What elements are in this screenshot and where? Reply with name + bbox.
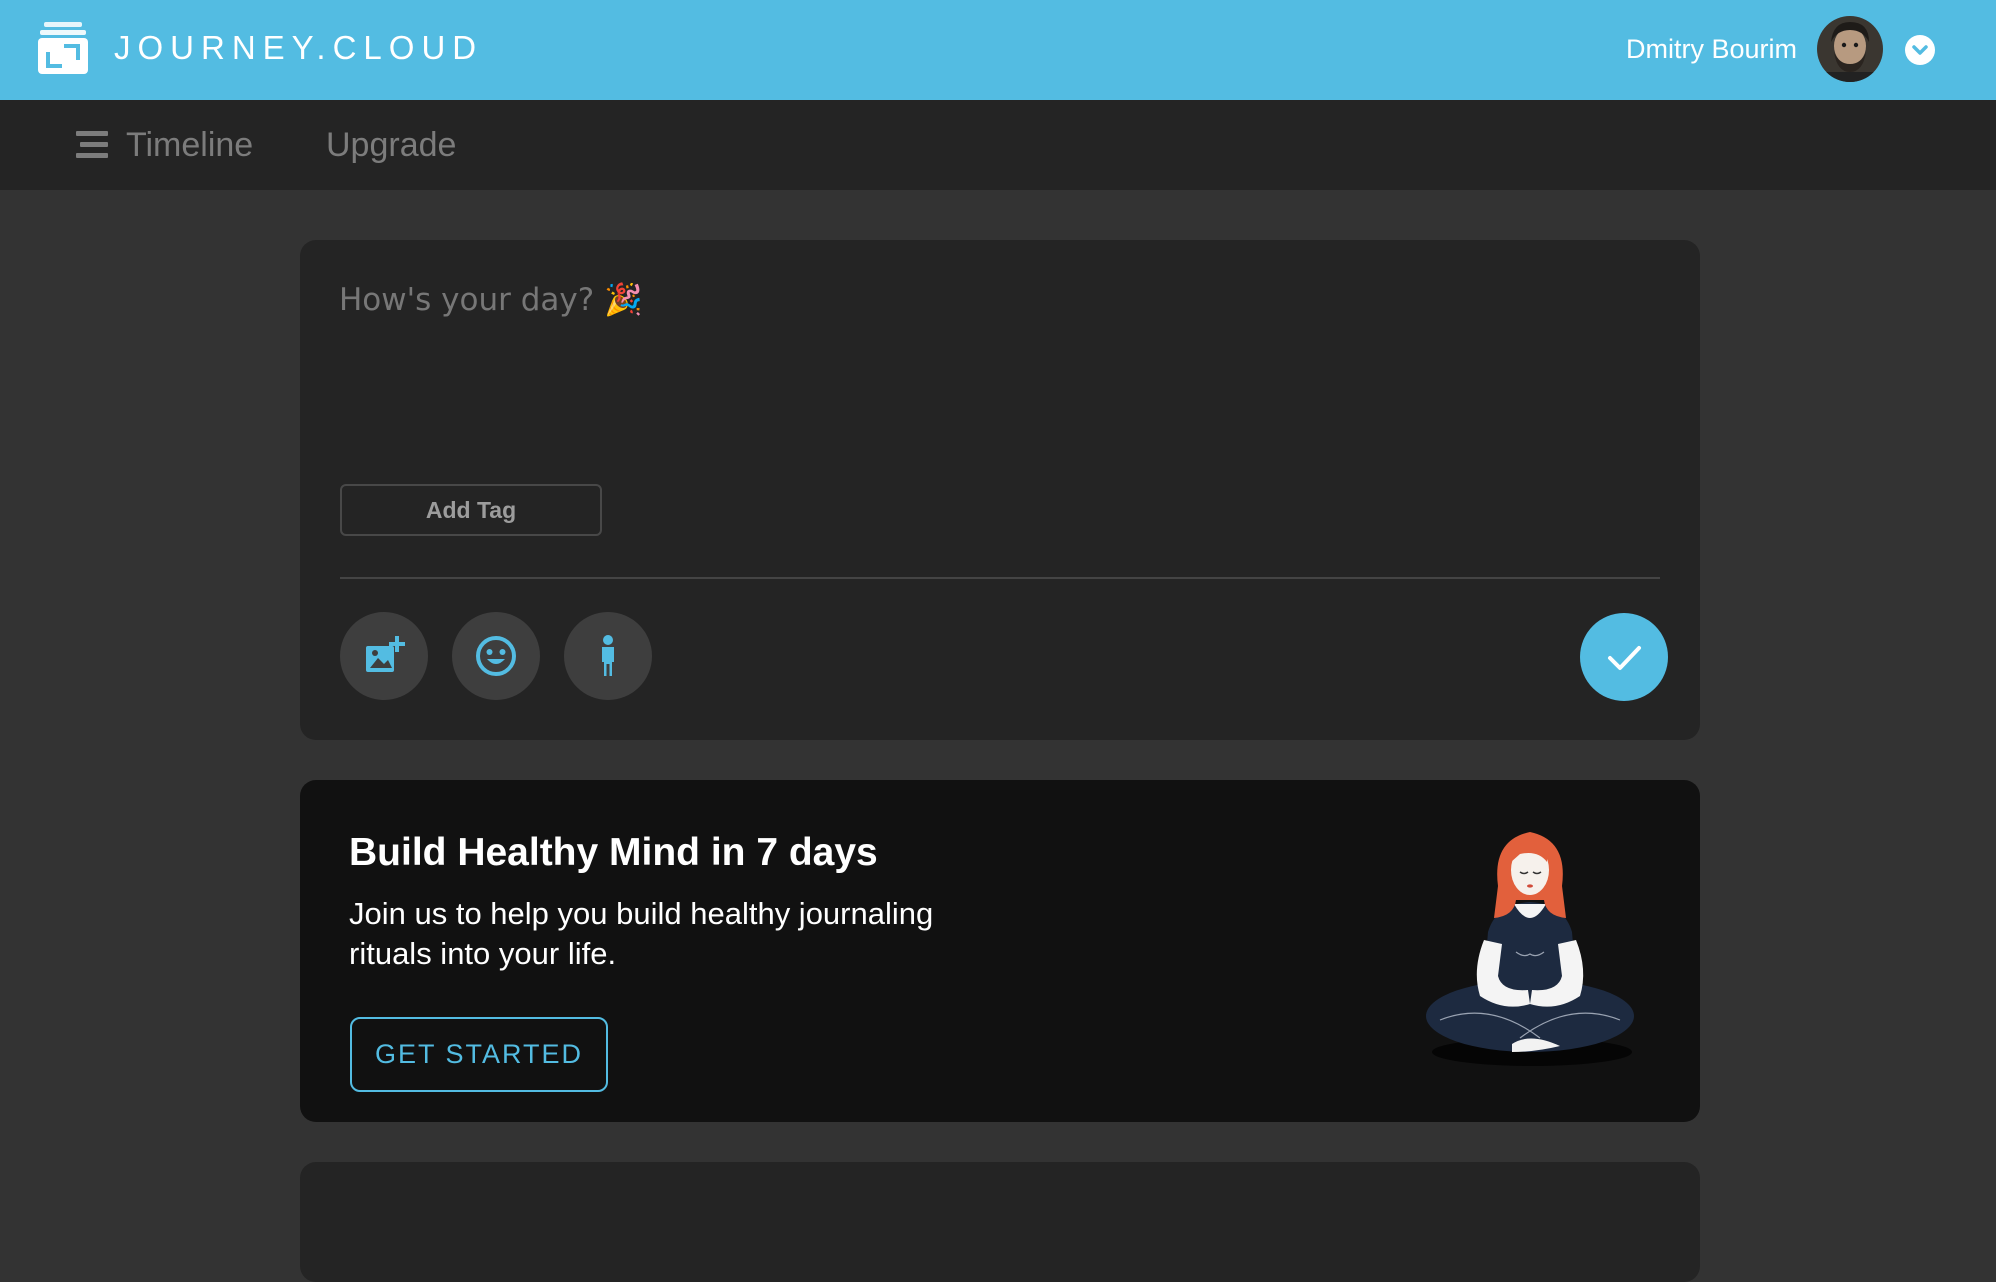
account-menu-button[interactable]	[1905, 35, 1935, 65]
submit-entry-button[interactable]	[1580, 613, 1668, 701]
timeline-card	[300, 1162, 1700, 1282]
nav-item-timeline[interactable]: Timeline	[76, 120, 253, 170]
promo-title: Build Healthy Mind in 7 days	[349, 831, 878, 874]
add-tag-button[interactable]: Add Tag	[340, 484, 602, 536]
activity-icon	[602, 635, 614, 676]
user-name[interactable]: Dmitry Bourim	[1626, 30, 1797, 68]
mood-icon	[476, 636, 516, 676]
mood-button[interactable]	[452, 612, 540, 700]
promo-description: Join us to help you build healthy journa…	[349, 896, 934, 971]
chevron-down-icon	[1912, 45, 1928, 55]
add-photo-button[interactable]	[340, 612, 428, 700]
add-photo-icon	[366, 636, 405, 672]
nav-bar: Timeline Upgrade	[0, 100, 1996, 190]
brand-name[interactable]: JOURNEY.CLOUD	[114, 28, 483, 68]
divider	[340, 577, 1660, 579]
avatar[interactable]	[1817, 16, 1883, 82]
top-bar: JOURNEY.CLOUD Dmitry Bourim	[0, 0, 1996, 100]
menu-icon	[76, 131, 108, 158]
nav-item-label: Upgrade	[326, 126, 457, 164]
entry-composer-card: Add Tag	[300, 240, 1700, 740]
get-started-button[interactable]: GET STARTED	[350, 1017, 608, 1092]
entry-text-input[interactable]	[339, 280, 1639, 430]
nav-item-upgrade[interactable]: Upgrade	[326, 120, 456, 170]
meditating-woman-illustration	[1426, 832, 1634, 1066]
nav-item-label: Timeline	[126, 126, 254, 164]
promo-card: Build Healthy Mind in 7 days Join us to …	[300, 780, 1700, 1122]
checkmark-icon	[1608, 646, 1641, 670]
journal-icon[interactable]	[38, 22, 88, 74]
activity-button[interactable]	[564, 612, 652, 700]
